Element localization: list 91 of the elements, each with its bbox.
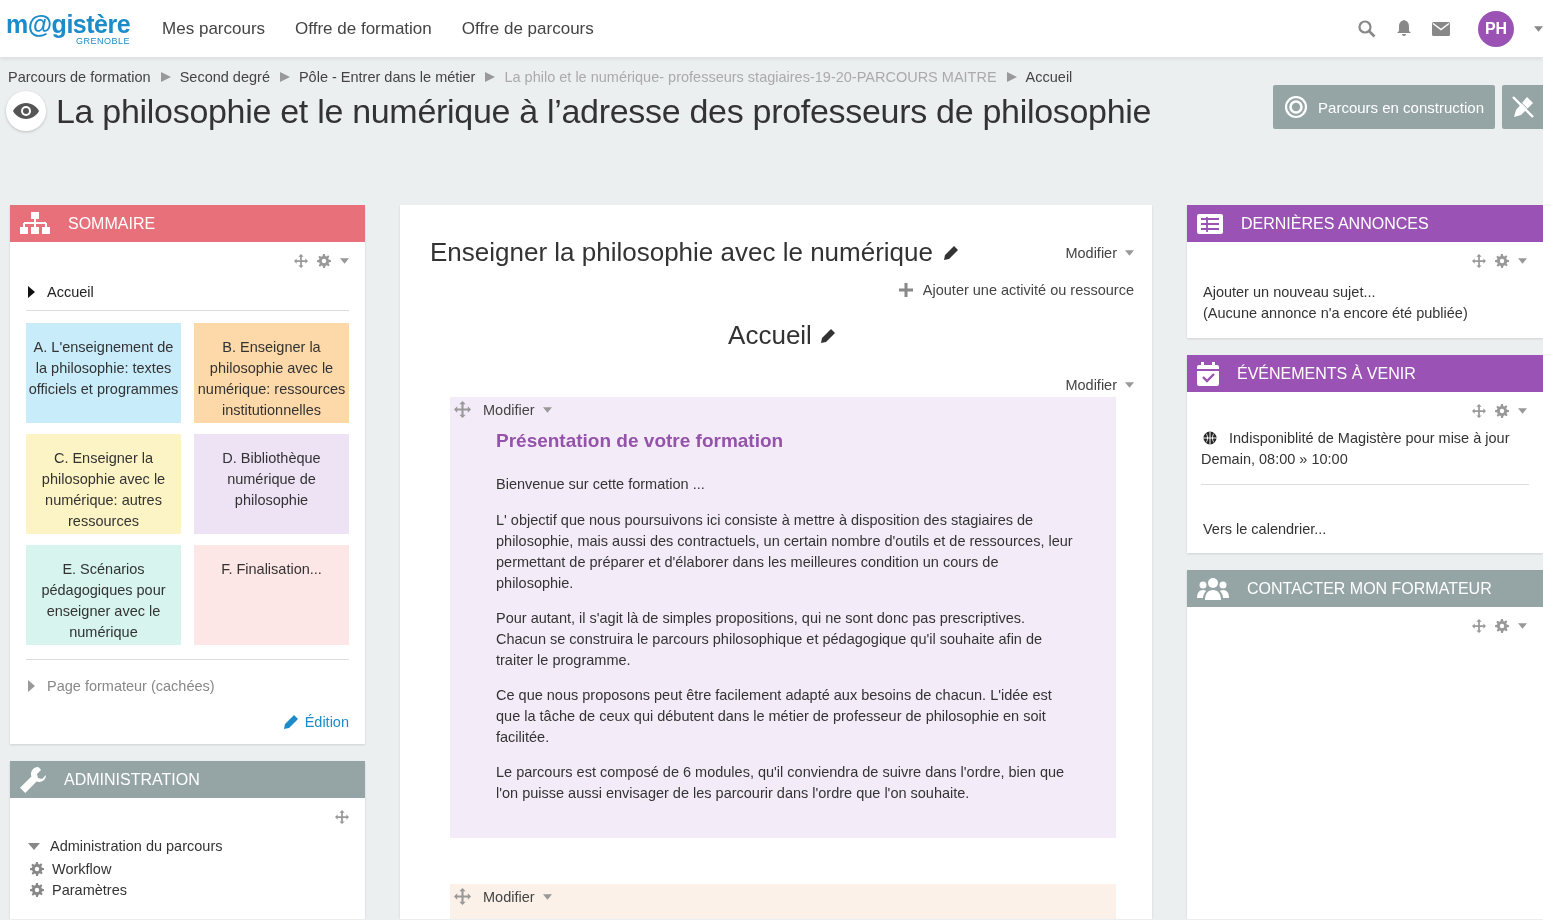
- crossed-pencil-icon: [1509, 94, 1536, 120]
- caret-icon[interactable]: [1518, 408, 1527, 414]
- activity-title[interactable]: Présentation de votre formation: [496, 430, 1076, 452]
- edit-menu-button[interactable]: Modifier: [1065, 244, 1134, 261]
- envelope-icon[interactable]: [1432, 21, 1450, 36]
- caret-icon: [1125, 382, 1134, 388]
- sitemap-icon: [20, 211, 50, 236]
- edit-menu-button[interactable]: Modifier: [483, 888, 552, 905]
- module-tile[interactable]: F. Finalisation...: [194, 545, 349, 645]
- calendar-check-icon: [1197, 361, 1219, 386]
- module-tile[interactable]: D. Bibliothèque numérique de philosophie: [194, 434, 349, 534]
- move-icon[interactable]: [1472, 404, 1486, 418]
- move-icon[interactable]: [294, 254, 308, 268]
- pencil-icon: [282, 714, 299, 730]
- breadcrumb-link[interactable]: Parcours de formation: [8, 69, 151, 85]
- topic-title: Accueil: [728, 320, 812, 351]
- site-logo[interactable]: m@gistère GRENOBLE: [6, 11, 131, 46]
- add-activity-button[interactable]: Ajouter une activité ou ressource: [898, 282, 1134, 298]
- paragraph: Bienvenue sur cette formation ...: [496, 475, 706, 494]
- caret-icon: [542, 893, 552, 900]
- section-title: Enseigner la philosophie avec le numérique: [430, 237, 933, 268]
- paragraph: Pour autant, il s'agit là de simples propositions, qui ne sont donc pas prescriptives. Chacun se construira le parcours philosophique et pédagogique qu'il souhaite afin de traiter le programme.: [496, 609, 1044, 670]
- section-link[interactable]: Accueil: [47, 284, 94, 300]
- calendar-link[interactable]: Vers le calendrier...: [1203, 521, 1327, 537]
- edit-mode-button[interactable]: [1502, 85, 1543, 129]
- block-title: DERNIÈRES ANNONCES: [1241, 214, 1429, 233]
- user-avatar[interactable]: PH: [1478, 10, 1514, 47]
- breadcrumb-link[interactable]: Second degré: [179, 69, 270, 85]
- gear-icon: [30, 862, 44, 876]
- triangle-icon: [28, 680, 35, 692]
- caret-icon[interactable]: [340, 258, 349, 264]
- move-icon[interactable]: [454, 888, 471, 905]
- paragraph: Le parcours est composé de 6 modules, qu'il conviendra de suivre dans l'ordre, bien que l'on puisse aussi envisager de les parcourir dans l'ordre que l'on souhaite.: [496, 763, 1066, 803]
- tree-item[interactable]: Paramètres: [52, 882, 127, 898]
- block-title: ÉVÉNEMENTS À VENIR: [1237, 364, 1416, 383]
- caret-icon: [1125, 249, 1134, 256]
- breadcrumb-link[interactable]: Accueil: [1025, 69, 1073, 85]
- module-tile[interactable]: B. Enseigner la philosophie avec le numérique: ressources institutionnelles: [194, 323, 349, 423]
- list-card-icon: [1197, 213, 1223, 234]
- empty-message: (Aucune annonce n'a encore été publiée): [1203, 304, 1469, 323]
- pencil-icon[interactable]: [819, 327, 836, 344]
- people-icon: [1197, 577, 1229, 600]
- gear-icon[interactable]: [1495, 619, 1509, 633]
- wrench-icon: [20, 766, 46, 793]
- edit-menu-button[interactable]: Modifier: [483, 401, 552, 418]
- section-link[interactable]: Page formateur (cachées): [47, 678, 215, 694]
- search-icon[interactable]: [1358, 19, 1376, 38]
- breadcrumb-link[interactable]: Pôle - Entrer dans le métier: [298, 69, 476, 85]
- module-tile[interactable]: C. Enseigner la philosophie avec le numérique: autres ressources: [26, 434, 181, 534]
- block-title: SOMMAIRE: [68, 214, 156, 233]
- ring-icon: [1284, 95, 1309, 119]
- tree-item[interactable]: Administration du parcours: [50, 838, 223, 854]
- move-icon[interactable]: [335, 810, 349, 824]
- separator-icon: [1006, 72, 1017, 82]
- event-time: Demain, 08:00 » 10:00: [1201, 450, 1349, 469]
- separator-icon: [160, 72, 171, 82]
- pencil-icon[interactable]: [943, 244, 959, 261]
- gear-icon[interactable]: [317, 254, 331, 268]
- globe-icon: [1203, 431, 1217, 445]
- triangle-icon: [28, 286, 35, 298]
- separator-icon: [485, 72, 496, 82]
- edit-menu-button[interactable]: Modifier: [1065, 377, 1134, 393]
- page-title: La philosophie et le numérique à l’adresse des professeurs de philosophie: [56, 91, 1152, 131]
- eye-icon: [13, 103, 39, 119]
- caret-icon: [542, 406, 552, 413]
- event-title[interactable]: Indisponiblité de Magistère pour mise à jour: [1201, 428, 1529, 449]
- block-title: ADMINISTRATION: [64, 770, 200, 789]
- caret-icon[interactable]: [1534, 25, 1543, 32]
- add-topic-link[interactable]: Ajouter un nouveau sujet...: [1203, 282, 1527, 303]
- caret-icon[interactable]: [1518, 623, 1527, 629]
- separator-icon: [279, 72, 290, 82]
- nav-link[interactable]: Offre de parcours: [461, 18, 594, 39]
- bell-icon[interactable]: [1396, 20, 1412, 37]
- tree-item[interactable]: Workflow: [52, 861, 112, 877]
- move-icon[interactable]: [454, 401, 471, 418]
- module-tile[interactable]: E. Scénarios pédagogiques pour enseigner avec le numérique: [26, 545, 181, 645]
- caret-icon[interactable]: [1518, 258, 1527, 264]
- nav-link[interactable]: Offre de formation: [295, 18, 432, 39]
- gear-icon: [30, 883, 44, 897]
- gear-icon[interactable]: [1495, 404, 1509, 418]
- block-title: CONTACTER MON FORMATEUR: [1247, 579, 1492, 598]
- move-icon[interactable]: [1472, 254, 1486, 268]
- edit-link[interactable]: Édition: [26, 714, 349, 730]
- visibility-button[interactable]: [6, 91, 46, 131]
- module-tile[interactable]: A. L'enseignement de la philosophie: textes officiels et programmes: [26, 323, 181, 423]
- move-icon[interactable]: [1472, 619, 1486, 633]
- nav-link[interactable]: Mes parcours: [162, 18, 266, 39]
- gear-icon[interactable]: [1495, 254, 1509, 268]
- plus-icon: [898, 283, 913, 297]
- paragraph: Ce que nous proposons peut être facilement adapté aux besoins de chacun. L'idée est que la tâche de ceux qui débutent dans le métier de professeur de philosophie en soit facilitée.: [496, 686, 1053, 747]
- paragraph: L' objectif que nous poursuivons ici consiste à mettre à disposition des stagiaires de philosophie, mais aussi des contractuels, un certain nombre d'outils et de ressources, leur permettant de préparer et d'élaborer dans les meilleures condition un cours de philosophie.: [496, 511, 1074, 593]
